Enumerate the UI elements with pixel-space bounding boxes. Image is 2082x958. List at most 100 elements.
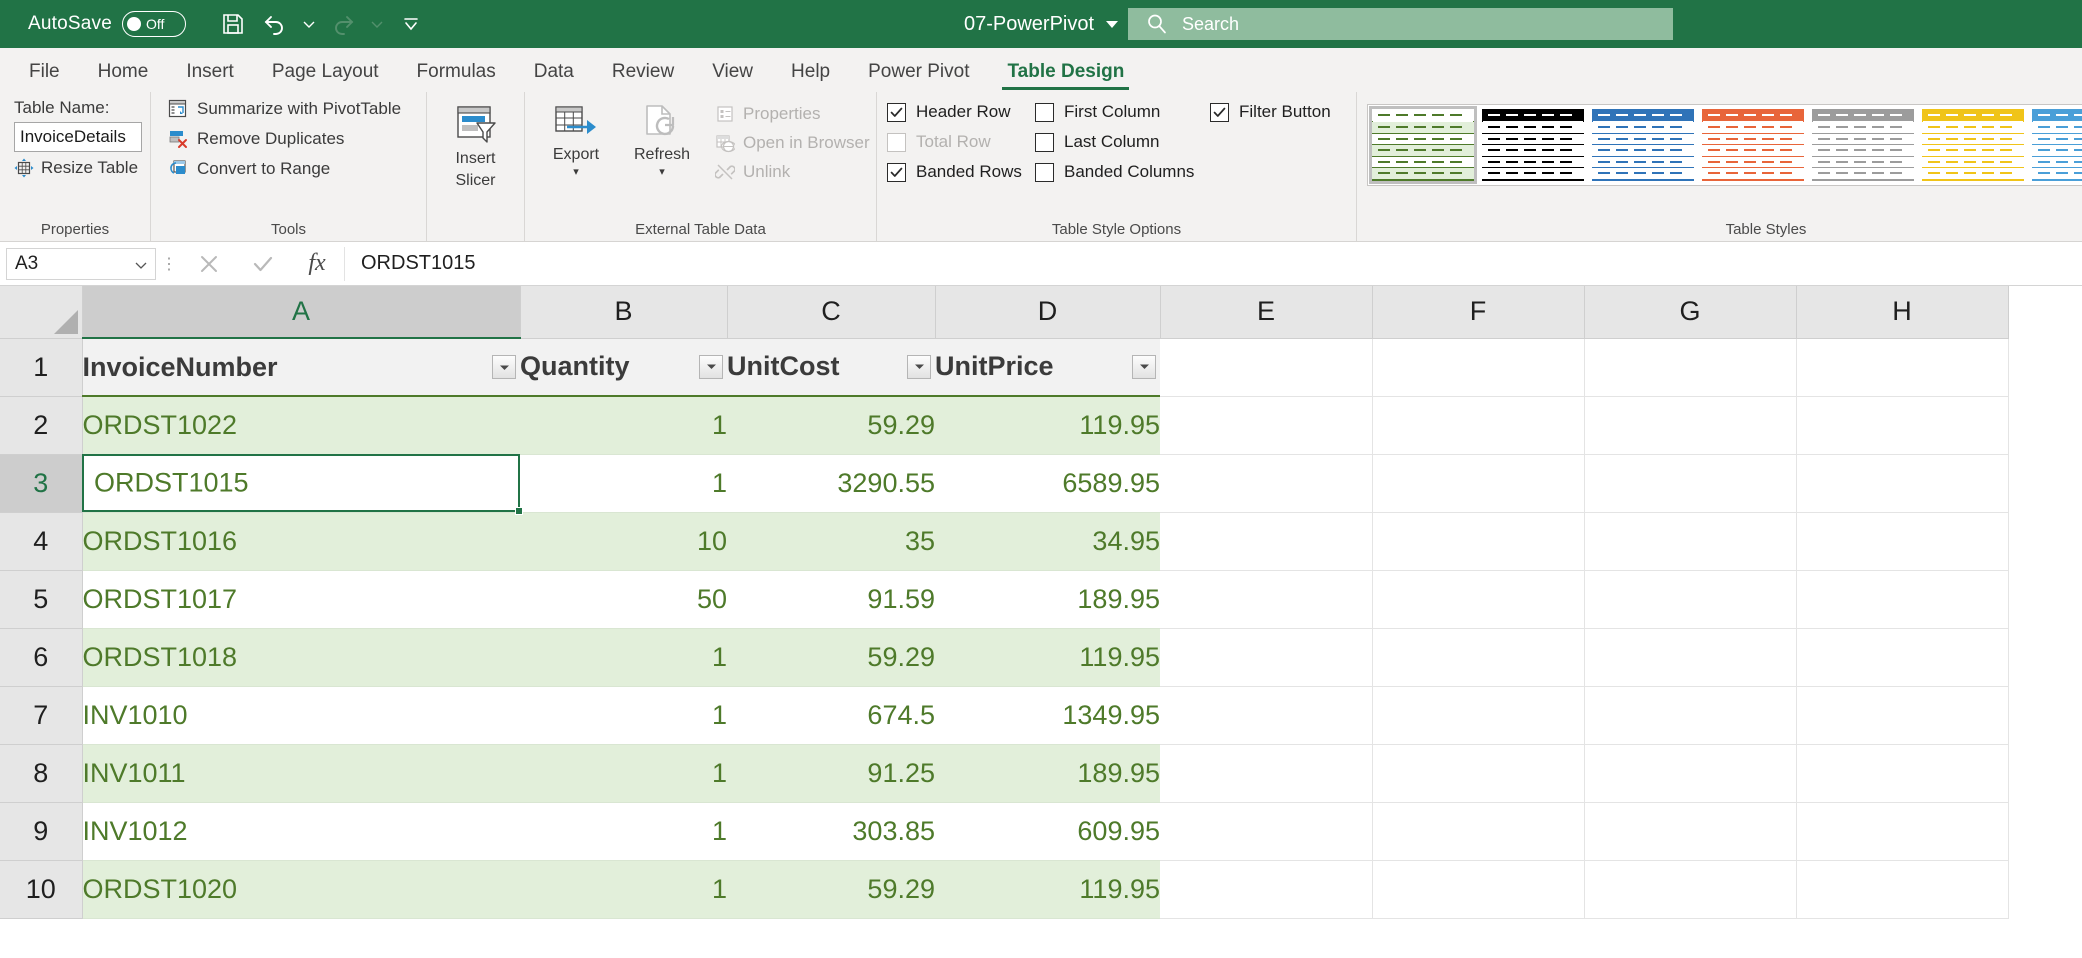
cell-a5[interactable]: ORDST1017: [82, 570, 520, 629]
resize-table-button[interactable]: Resize Table: [14, 158, 142, 178]
filter-dropdown-icon-quantity[interactable]: [699, 354, 723, 379]
cell-e7[interactable]: [1160, 686, 1373, 745]
cell-e9[interactable]: [1160, 802, 1373, 861]
table-header-quantity[interactable]: Quantity: [520, 337, 727, 397]
export-dropdown-icon[interactable]: ▾: [573, 167, 579, 178]
table-header-unitprice[interactable]: UnitPrice: [935, 337, 1160, 397]
cell-g3[interactable]: [1584, 454, 1797, 513]
cell-d9[interactable]: 609.95: [935, 802, 1160, 861]
cell-d6[interactable]: 119.95: [935, 628, 1160, 687]
column-header-e[interactable]: E: [1160, 286, 1373, 339]
cell-d2[interactable]: 119.95: [935, 396, 1160, 455]
column-header-c[interactable]: C: [727, 286, 936, 339]
tab-help[interactable]: Help: [772, 52, 849, 92]
cell-g5[interactable]: [1584, 570, 1797, 629]
cell-c9[interactable]: 303.85: [727, 802, 935, 861]
tab-home[interactable]: Home: [79, 52, 168, 92]
cell-g4[interactable]: [1584, 512, 1797, 571]
cell-b6[interactable]: 1: [520, 628, 727, 687]
cancel-icon[interactable]: [182, 247, 236, 281]
row-header-5[interactable]: 5: [0, 570, 83, 629]
checkbox-header-row[interactable]: Header Row: [887, 102, 1035, 122]
cell-f9[interactable]: [1372, 802, 1585, 861]
spreadsheet-grid[interactable]: A B C D E F G H 1 InvoiceNumber Quantity: [0, 286, 2082, 958]
table-styles-gallery[interactable]: [1367, 104, 2082, 186]
table-style-swatch-3[interactable]: [1592, 109, 1694, 181]
save-icon[interactable]: [212, 4, 254, 44]
row-header-10[interactable]: 10: [0, 860, 83, 919]
cell-g7[interactable]: [1584, 686, 1797, 745]
cell-d3[interactable]: 6589.95: [935, 454, 1160, 513]
autosave-toggle[interactable]: Off: [122, 11, 186, 37]
cell-b3[interactable]: 1: [520, 454, 727, 513]
checkbox-banded-columns[interactable]: Banded Columns: [1035, 162, 1210, 182]
cell-g6[interactable]: [1584, 628, 1797, 687]
formula-bar-drag-handle[interactable]: ⋮: [156, 254, 182, 274]
header-row-checkbox[interactable]: [887, 102, 906, 122]
cell-g8[interactable]: [1584, 744, 1797, 803]
cell-b10[interactable]: 1: [520, 860, 727, 919]
cell-g9[interactable]: [1584, 802, 1797, 861]
document-title-dropdown-icon[interactable]: [1106, 20, 1119, 28]
cell-f5[interactable]: [1372, 570, 1585, 629]
checkbox-filter-button[interactable]: Filter Button: [1210, 102, 1350, 122]
cell-g1[interactable]: [1584, 338, 1797, 397]
row-header-8[interactable]: 8: [0, 744, 83, 803]
cell-h4[interactable]: [1796, 512, 2009, 571]
cell-h5[interactable]: [1796, 570, 2009, 629]
cell-e2[interactable]: [1160, 396, 1373, 455]
cell-a6[interactable]: ORDST1018: [82, 628, 520, 687]
cell-f3[interactable]: [1372, 454, 1585, 513]
cell-c8[interactable]: 91.25: [727, 744, 935, 803]
cell-f8[interactable]: [1372, 744, 1585, 803]
banded-columns-checkbox[interactable]: [1035, 162, 1054, 182]
cell-c3[interactable]: 3290.55: [727, 454, 935, 513]
tab-view[interactable]: View: [693, 52, 772, 92]
filter-dropdown-icon-invoicenumber[interactable]: [492, 355, 516, 379]
cell-c2[interactable]: 59.29: [727, 396, 935, 455]
cell-h1[interactable]: [1796, 338, 2009, 397]
cell-c5[interactable]: 91.59: [727, 570, 935, 629]
column-header-g[interactable]: G: [1584, 286, 1797, 339]
cell-b5[interactable]: 50: [520, 570, 727, 629]
cell-h10[interactable]: [1796, 860, 2009, 919]
filter-dropdown-icon-unitprice[interactable]: [1132, 354, 1156, 379]
cell-e5[interactable]: [1160, 570, 1373, 629]
cell-f2[interactable]: [1372, 396, 1585, 455]
table-style-swatch-1[interactable]: [1369, 106, 1477, 184]
table-style-swatch-5[interactable]: [1812, 109, 1914, 181]
cell-f10[interactable]: [1372, 860, 1585, 919]
cell-d7[interactable]: 1349.95: [935, 686, 1160, 745]
enter-icon[interactable]: [236, 247, 290, 281]
cell-a2[interactable]: ORDST1022: [82, 396, 520, 455]
cell-e4[interactable]: [1160, 512, 1373, 571]
cell-d4[interactable]: 34.95: [935, 512, 1160, 571]
cell-a4[interactable]: ORDST1016: [82, 512, 520, 571]
export-button[interactable]: Export ▾: [535, 98, 617, 219]
formula-input[interactable]: ORDST1015: [344, 246, 2082, 281]
tab-power-pivot[interactable]: Power Pivot: [849, 52, 988, 92]
banded-rows-checkbox[interactable]: [887, 162, 906, 182]
tab-insert[interactable]: Insert: [167, 52, 253, 92]
cell-b7[interactable]: 1: [520, 686, 727, 745]
cell-h8[interactable]: [1796, 744, 2009, 803]
convert-to-range-button[interactable]: Convert to Range: [167, 158, 416, 179]
column-header-b[interactable]: B: [520, 286, 728, 339]
remove-duplicates-button[interactable]: Remove Duplicates: [167, 128, 416, 149]
first-column-checkbox[interactable]: [1035, 102, 1054, 122]
checkbox-last-column[interactable]: Last Column: [1035, 132, 1210, 152]
cell-e8[interactable]: [1160, 744, 1373, 803]
row-header-4[interactable]: 4: [0, 512, 83, 571]
tab-review[interactable]: Review: [593, 52, 693, 92]
refresh-dropdown-icon[interactable]: ▾: [659, 167, 665, 178]
table-header-invoicenumber[interactable]: InvoiceNumber: [82, 337, 520, 397]
cell-h6[interactable]: [1796, 628, 2009, 687]
cell-b8[interactable]: 1: [520, 744, 727, 803]
table-header-unitcost[interactable]: UnitCost: [727, 337, 935, 397]
cell-e10[interactable]: [1160, 860, 1373, 919]
row-header-9[interactable]: 9: [0, 802, 83, 861]
cell-f6[interactable]: [1372, 628, 1585, 687]
insert-function-icon[interactable]: fx: [290, 247, 344, 281]
undo-icon[interactable]: [254, 4, 296, 44]
table-style-swatch-2[interactable]: [1482, 109, 1584, 181]
